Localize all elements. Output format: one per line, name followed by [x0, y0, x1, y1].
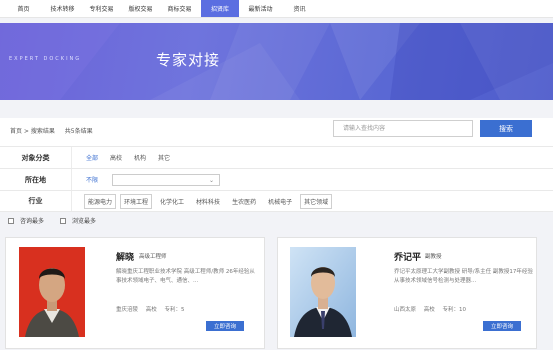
nav-patent-trade[interactable]: 专利交易 [82, 0, 121, 17]
expert-meta: 重庆涪陵 高校 专利：5 [116, 305, 191, 313]
filter-option-all[interactable]: 全部 [82, 153, 102, 162]
banner-subtitle: EXPERT DOCKING [9, 56, 82, 62]
nav-news[interactable]: 资讯 [280, 0, 319, 17]
sort-most-consulted[interactable]: 咨询最多 [8, 216, 44, 225]
filter-option-other-fields[interactable]: 其它领域 [300, 193, 333, 209]
search-bar-row: 首页 > 搜索结果 共5条结果 请输入查找内容 搜索 [0, 118, 553, 146]
filter-option-biomedicine[interactable]: 生农医药 [228, 197, 260, 206]
sort-label: 咨询最多 [20, 218, 45, 225]
search-button[interactable]: 搜索 [480, 120, 532, 137]
filter-option-chemical[interactable]: 化学化工 [156, 197, 188, 206]
filter-label: 对象分类 [0, 147, 72, 168]
nav-copyright-trade[interactable]: 版权交易 [121, 0, 160, 17]
expert-photo [290, 247, 356, 337]
consult-now-button[interactable]: 立即咨询 [483, 321, 521, 331]
nav-talent-pool[interactable]: 招贤库 [201, 0, 239, 17]
banner-decoration [0, 23, 553, 100]
filter-option-energy[interactable]: 能源电力 [84, 193, 117, 209]
sort-row: 咨询最多 浏览最多 [0, 212, 553, 229]
top-nav: 首页 技术转移 专利交易 版权交易 商标交易 招贤库 最新活动 资讯 [0, 0, 553, 18]
nav-home[interactable]: 首页 [4, 0, 43, 17]
expert-meta: 山西太原 高校 专利：10 [394, 305, 472, 313]
expert-location: 山西太原 [394, 307, 417, 313]
expert-card[interactable]: 解晓 高级工程师 解晓重庆工程职业技术学院 高级工程师/教师 26年经验从事技术… [5, 237, 265, 349]
filter-option-mechatronics[interactable]: 机械电子 [264, 197, 296, 206]
expert-title: 副教授 [425, 254, 442, 260]
breadcrumb-path[interactable]: 首页 > 搜索结果 [10, 128, 55, 135]
expert-location: 重庆涪陵 [116, 307, 139, 313]
checkbox[interactable] [60, 217, 67, 224]
hero-banner: EXPERT DOCKING 专家对接 [0, 23, 553, 100]
nav-trademark-trade[interactable]: 商标交易 [160, 0, 199, 17]
expert-title: 高级工程师 [139, 254, 167, 260]
chevron-down-icon: ⌄ [208, 176, 215, 184]
expert-intro: 乔记平太原理工大学副教授 研导/系主任 副教授17年经验从事技术领域信号检测与处… [394, 269, 533, 284]
banner-title: 专家对接 [156, 51, 221, 69]
sort-most-viewed[interactable]: 浏览最多 [60, 216, 96, 225]
expert-intro: 解晓重庆工程职业技术学院 高级工程师/教师 26年经验从事技术领域电子、电气、通… [116, 269, 255, 284]
filter-option-university[interactable]: 高校 [106, 153, 126, 162]
filter-location: 所在地 不限 ⌄ [0, 168, 553, 190]
filter-option-unlimited[interactable]: 不限 [82, 175, 102, 184]
location-select[interactable]: ⌄ [112, 173, 221, 186]
nav-latest-events[interactable]: 最新活动 [241, 0, 280, 17]
breadcrumb: 首页 > 搜索结果 共5条结果 [10, 126, 93, 135]
search-input[interactable]: 请输入查找内容 [333, 120, 473, 137]
filter-label: 行业 [0, 191, 72, 211]
expert-type: 高校 [423, 307, 435, 313]
expert-card[interactable]: 乔记平 副教授 乔记平太原理工大学副教授 研导/系主任 副教授17年经验从事技术… [277, 237, 537, 349]
sort-label: 浏览最多 [72, 218, 97, 225]
filter-option-materials[interactable]: 材料科技 [192, 197, 224, 206]
expert-name[interactable]: 乔记平 [394, 250, 421, 263]
filter-option-environment[interactable]: 环境工程 [120, 193, 153, 209]
consult-now-button[interactable]: 立即咨询 [206, 321, 244, 331]
expert-type: 高校 [145, 307, 157, 313]
filter-object-type: 对象分类 全部 高校 机构 其它 [0, 146, 553, 168]
filter-industry: 行业 能源电力 环境工程 化学化工 材料科技 生农医药 机械电子 其它领域 [0, 190, 553, 212]
result-count: 共5条结果 [64, 128, 93, 135]
checkbox[interactable] [8, 217, 14, 224]
filter-option-institution[interactable]: 机构 [130, 153, 150, 162]
expert-patents: 专利：10 [442, 307, 467, 313]
expert-patents: 专利：5 [164, 307, 185, 313]
filter-option-other[interactable]: 其它 [154, 153, 174, 162]
filter-label: 所在地 [0, 169, 72, 190]
expert-photo [19, 247, 85, 337]
nav-tech-transfer[interactable]: 技术转移 [43, 0, 82, 17]
expert-name[interactable]: 解晓 [116, 250, 134, 263]
